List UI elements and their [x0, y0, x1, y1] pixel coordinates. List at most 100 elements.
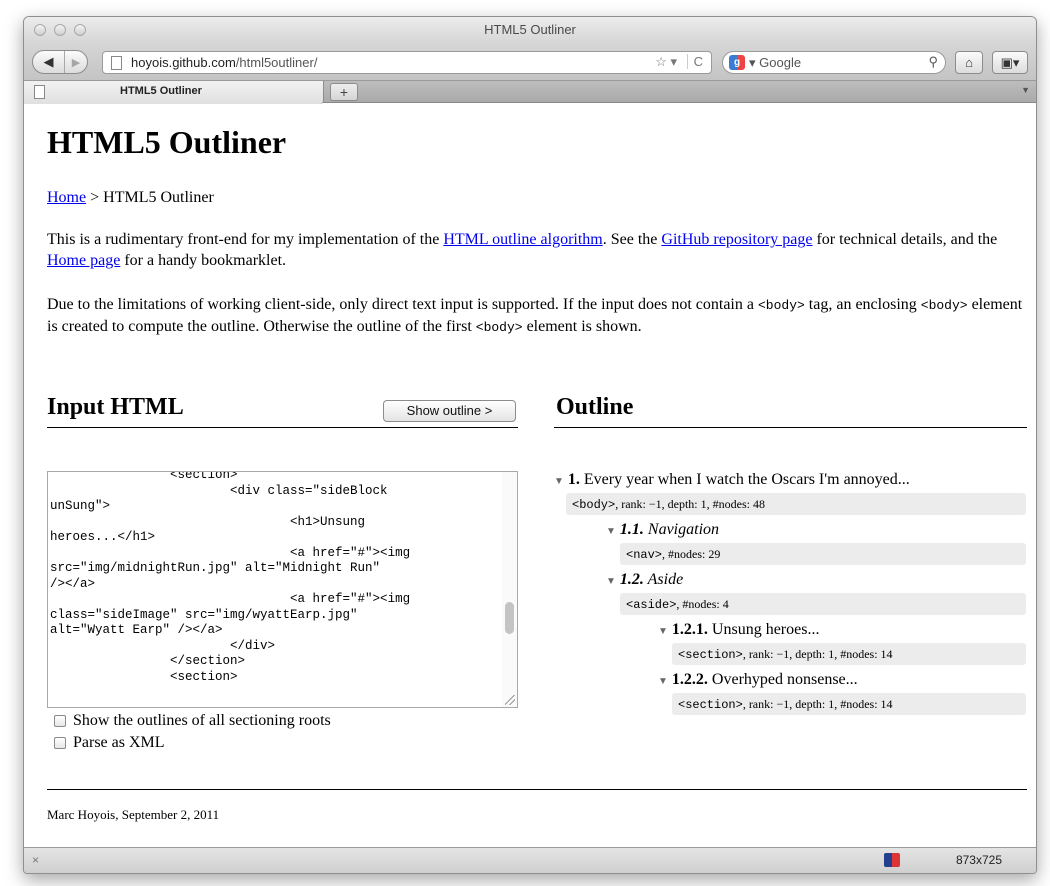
url-path: /html5outliner/	[235, 55, 318, 70]
collapse-triangle-icon[interactable]: ▼	[606, 576, 616, 587]
url-host: hoyois.github.com	[131, 55, 236, 70]
outline-node-heading[interactable]: ▼ 1.1. Navigation	[606, 521, 1026, 541]
body-tag-code: <body>	[920, 298, 968, 313]
back-arrow-icon: ◀	[43, 54, 54, 69]
title-bar: HTML5 Outliner	[24, 17, 1036, 43]
outline-node-heading[interactable]: ▼ 1.2.2. Overhyped nonsense...	[658, 671, 1026, 691]
node-info: , #nodes: 4	[676, 597, 729, 611]
bookmark-star-icon[interactable]: ☆ ▾	[655, 54, 677, 69]
node-info-box: <nav>, #nodes: 29	[620, 543, 1026, 565]
footer-text: Marc Hoyois, September 2, 2011	[47, 807, 220, 822]
forward-button[interactable]: ▶	[65, 51, 87, 73]
github-repo-link[interactable]: GitHub repository page	[661, 231, 812, 248]
page-icon	[111, 56, 122, 70]
intro-text-1: This is a rudimentary front-end for my i…	[47, 231, 444, 248]
outline-tree: ▼ 1. Every year when I watch the Oscars I…	[554, 471, 1026, 721]
node-info-box: <section>, rank: −1, depth: 1, #nodes: 1…	[672, 693, 1026, 715]
show-outline-button[interactable]: Show outline >	[383, 400, 516, 422]
collapse-triangle-icon[interactable]: ▼	[658, 676, 668, 687]
parse-xml-checkbox[interactable]	[54, 737, 66, 749]
limitations-paragraph: Due to the limitations of working client…	[47, 294, 1032, 338]
input-heading-rule	[47, 427, 518, 428]
home-button[interactable]: ⌂	[955, 51, 983, 74]
breadcrumb-separator: >	[86, 189, 104, 206]
tab-label: HTML5 Outliner	[120, 85, 202, 97]
sectioning-roots-label: Show the outlines of all sectioning root…	[73, 712, 331, 729]
addon-icon[interactable]	[884, 853, 900, 867]
node-info-box: <aside>, #nodes: 4	[620, 593, 1026, 615]
node-title: Every year when I watch the Oscars I'm a…	[579, 471, 910, 488]
outline-node-heading[interactable]: ▼ 1. Every year when I watch the Oscars I…	[554, 471, 1026, 491]
google-icon[interactable]: g	[729, 55, 745, 70]
body-tag-code: <body>	[757, 298, 805, 313]
outline-heading: Outline	[556, 394, 634, 420]
node-title: Overhyped nonsense...	[707, 671, 858, 688]
node-info-box: <section>, rank: −1, depth: 1, #nodes: 1…	[672, 643, 1026, 665]
toolbar: ◀ ▶ hoyois.github.com/html5outliner/ ☆ ▾…	[24, 43, 1036, 81]
input-html-heading: Input HTML	[47, 394, 184, 420]
address-bar[interactable]: hoyois.github.com/html5outliner/ ☆ ▾ C	[102, 51, 712, 74]
node-tag: <body>	[572, 498, 616, 512]
status-bar: × 873x725	[24, 847, 1036, 873]
page-content: HTML5 Outliner Home > HTML5 Outliner Thi…	[24, 104, 1036, 847]
url-actions: ☆ ▾ C	[655, 54, 703, 70]
body-tag-code: <body>	[475, 320, 523, 335]
node-tag: <nav>	[626, 548, 663, 562]
node-title: Navigation	[643, 521, 720, 538]
node-title: Aside	[643, 571, 684, 588]
address-text[interactable]: hoyois.github.com/html5outliner/	[131, 55, 317, 70]
collapse-triangle-icon[interactable]: ▼	[554, 476, 564, 487]
forward-arrow-icon: ▶	[71, 56, 81, 69]
new-tab-button[interactable]: +	[330, 83, 358, 101]
tab-html5-outliner[interactable]: HTML5 Outliner	[24, 81, 324, 104]
bookmarks-menu-button[interactable]: ▣▾	[992, 51, 1028, 74]
html-input-code[interactable]: <section> <div class="sideBlock unSung">…	[50, 472, 502, 685]
limits-text-2: tag, an enclosing	[804, 296, 921, 313]
node-title: Unsung heroes...	[707, 621, 820, 638]
html-input-textarea[interactable]: <section> <div class="sideBlock unSung">…	[47, 471, 518, 708]
outline-node-1-2-1: ▼ 1.2.1. Unsung heroes... <section>, rank…	[658, 621, 1026, 665]
reload-icon[interactable]: C	[686, 54, 703, 69]
sectioning-roots-checkbox[interactable]	[54, 715, 66, 727]
node-number: 1.2.2.	[671, 671, 708, 688]
node-info-box: <body>, rank: −1, depth: 1, #nodes: 48	[566, 493, 1026, 515]
page-title: HTML5 Outliner	[47, 124, 287, 160]
footer-rule	[47, 789, 1027, 790]
outline-node-heading[interactable]: ▼ 1.2.1. Unsung heroes...	[658, 621, 1026, 641]
tab-page-icon	[34, 85, 45, 99]
scrollbar-thumb[interactable]	[505, 602, 514, 634]
bookmarks-icon: ▣▾	[1000, 54, 1020, 70]
collapse-triangle-icon[interactable]: ▼	[606, 526, 616, 537]
home-page-link[interactable]: Home page	[47, 252, 120, 269]
back-button[interactable]: ◀	[33, 51, 65, 73]
collapse-triangle-icon[interactable]: ▼	[658, 626, 668, 637]
intro-text-4: for a handy bookmarklet.	[120, 252, 287, 269]
node-number: 1.	[567, 471, 580, 488]
sectioning-roots-option[interactable]: Show the outlines of all sectioning root…	[54, 712, 331, 730]
nav-buttons: ◀ ▶	[32, 50, 88, 74]
textarea-scrollbar[interactable]	[502, 472, 517, 707]
search-icon[interactable]: ⚲	[928, 54, 938, 70]
intro-text-3: for technical details, and the	[812, 231, 998, 248]
home-icon: ⌂	[965, 55, 973, 70]
outline-node-heading[interactable]: ▼ 1.2. Aside	[606, 571, 1026, 591]
resize-grip-icon[interactable]	[505, 695, 515, 705]
parse-xml-option[interactable]: Parse as XML	[54, 734, 165, 752]
search-input[interactable]: ▾ Google	[749, 55, 801, 71]
node-number: 1.2.1.	[671, 621, 708, 638]
close-icon[interactable]: ×	[32, 853, 39, 867]
outline-heading-rule	[554, 427, 1027, 428]
node-number: 1.1.	[619, 521, 644, 538]
node-number: 1.2.	[619, 571, 644, 588]
intro-text-2: . See the	[602, 231, 662, 248]
node-info: , rank: −1, depth: 1, #nodes: 14	[742, 647, 893, 661]
outline-node-1: ▼ 1. Every year when I watch the Oscars I…	[554, 471, 1026, 715]
tab-list-chevron-icon[interactable]: ▼	[1021, 85, 1030, 95]
outline-algorithm-link[interactable]: HTML outline algorithm	[443, 231, 602, 248]
node-info: , rank: −1, depth: 1, #nodes: 14	[742, 697, 893, 711]
breadcrumb-home-link[interactable]: Home	[47, 189, 86, 206]
search-bar[interactable]: g ▾ Google ⚲	[722, 51, 946, 74]
node-tag: <section>	[678, 698, 743, 712]
window-title: HTML5 Outliner	[484, 22, 576, 37]
node-tag: <aside>	[626, 598, 677, 612]
